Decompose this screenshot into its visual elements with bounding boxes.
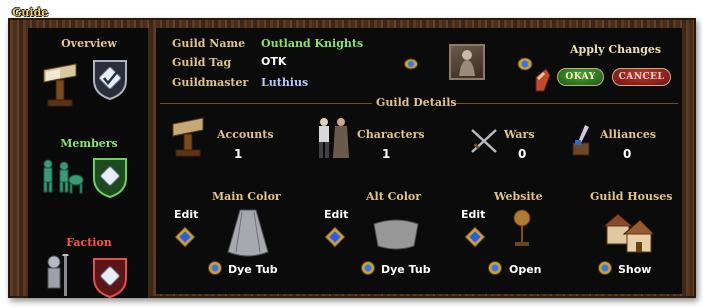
- wars-value: 0: [518, 147, 527, 161]
- characters-label: Characters: [357, 128, 425, 141]
- sidebar-title-faction: Faction: [66, 236, 112, 249]
- main-color-edit-button[interactable]: [174, 226, 196, 248]
- gem-icon[interactable]: [208, 261, 222, 275]
- gem-icon[interactable]: [404, 57, 418, 71]
- members-figures-icon: [43, 159, 84, 194]
- website-open-link[interactable]: Open: [509, 263, 542, 276]
- divider-left: [160, 103, 372, 104]
- faction-shield-button[interactable]: [92, 256, 128, 298]
- cloth-icon: [373, 219, 419, 250]
- sidebar-title-overview: Overview: [61, 37, 117, 50]
- guild-name-label: Guild Name: [172, 37, 246, 50]
- alt-color-title: Alt Color: [366, 190, 422, 203]
- characters-figures-icon: [319, 118, 349, 158]
- apply-changes-title: Apply Changes: [570, 43, 662, 56]
- guildmaster-label: Guildmaster: [172, 76, 249, 89]
- sidebar: Overview Members Faction: [28, 28, 150, 298]
- main-color-dye-tub-link[interactable]: Dye Tub: [228, 263, 278, 276]
- guildmaster-portrait[interactable]: [449, 44, 485, 80]
- cancel-button[interactable]: CANCEL: [612, 68, 671, 86]
- gem-icon[interactable]: [488, 261, 502, 275]
- cloak-icon: [227, 209, 269, 257]
- guild-tag-label: Guild Tag: [172, 56, 232, 69]
- guild-name-value[interactable]: Outland Knights: [261, 37, 363, 50]
- guild-houses-title: Guild Houses: [590, 190, 673, 203]
- alt-color-edit-label: Edit: [324, 208, 349, 221]
- guild-houses-show-link[interactable]: Show: [618, 263, 651, 276]
- accounts-value: 1: [234, 147, 243, 161]
- hand-gem-icon[interactable]: [516, 55, 554, 95]
- divider-right: [456, 103, 678, 104]
- sidebar-title-members: Members: [60, 137, 118, 150]
- gem-icon[interactable]: [361, 261, 375, 275]
- guild-tag-value[interactable]: OTK: [261, 55, 286, 68]
- members-shield-button[interactable]: [92, 156, 128, 198]
- alliances-label: Alliances: [600, 128, 657, 141]
- guild-main-panel: Guild Name Outland Knights Guild Tag OTK…: [156, 28, 682, 294]
- globe-stand-icon: [513, 209, 531, 246]
- okay-button[interactable]: OKAY: [557, 68, 604, 86]
- crossed-swords-icon: [471, 129, 497, 153]
- alt-color-edit-button[interactable]: [324, 226, 346, 248]
- website-title: Website: [494, 190, 543, 203]
- overview-shield-button[interactable]: [92, 58, 128, 100]
- main-color-title: Main Color: [212, 190, 281, 203]
- accounts-lectern-icon: [172, 117, 204, 157]
- website-edit-label: Edit: [461, 208, 486, 221]
- lectern-book-icon: [43, 63, 77, 107]
- robed-figure-icon: [459, 50, 475, 76]
- armored-knight-icon: [47, 254, 69, 296]
- alt-color-dye-tub-link[interactable]: Dye Tub: [381, 263, 431, 276]
- houses-icon: [602, 213, 656, 253]
- guildmaster-value[interactable]: Luthius: [261, 76, 308, 89]
- alliances-quill-icon: [572, 125, 590, 156]
- guild-details-header: Guild Details: [376, 96, 457, 109]
- main-color-edit-label: Edit: [174, 208, 199, 221]
- accounts-label: Accounts: [217, 128, 274, 141]
- alliances-value: 0: [623, 147, 632, 161]
- gem-icon[interactable]: [598, 261, 612, 275]
- characters-value: 1: [382, 147, 391, 161]
- website-edit-button[interactable]: [464, 226, 486, 248]
- wars-label: Wars: [504, 128, 535, 141]
